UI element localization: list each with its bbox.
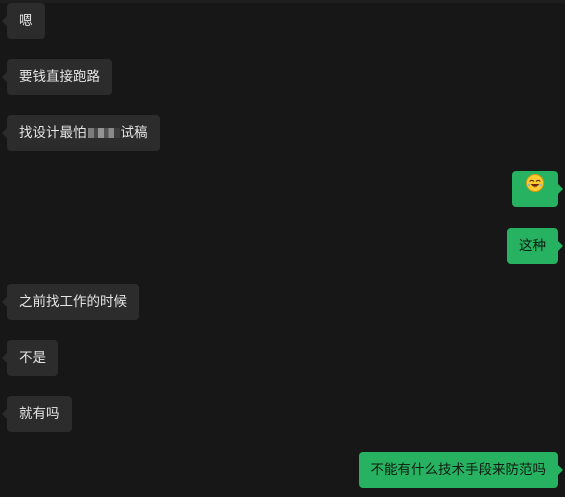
message-bubble[interactable]: 之前找工作的时候 xyxy=(2,284,139,320)
chat-message-area[interactable]: 嗯 要钱直接跑路 找设计最怕 试稿 这种 之前找工作的时候 不是 就有吗 不能有… xyxy=(0,0,565,497)
message-text: 不能有什么技术手段来防范吗 xyxy=(370,462,547,478)
message-outgoing xyxy=(512,171,563,207)
message-bubble[interactable]: 不能有什么技术手段来防范吗 xyxy=(358,452,563,488)
message-bubble[interactable]: 这种 xyxy=(507,228,563,264)
message-bubble[interactable]: 就有吗 xyxy=(2,396,72,432)
message-text: 这种 xyxy=(519,238,546,254)
message-outgoing: 不能有什么技术手段来防范吗 xyxy=(358,452,563,488)
message-incoming: 就有吗 xyxy=(2,396,72,432)
message-text-before: 找设计最怕 xyxy=(19,125,87,141)
message-bubble[interactable]: 不是 xyxy=(2,340,58,376)
message-incoming: 嗯 xyxy=(2,3,45,39)
message-bubble[interactable] xyxy=(512,171,563,207)
message-bubble[interactable]: 嗯 xyxy=(2,3,45,39)
message-text: 要钱直接跑路 xyxy=(19,69,100,85)
message-text: 之前找工作的时候 xyxy=(19,294,127,310)
message-incoming: 要钱直接跑路 xyxy=(2,59,112,95)
message-bubble[interactable]: 要钱直接跑路 xyxy=(2,59,112,95)
message-incoming: 不是 xyxy=(2,340,58,376)
laughing-face-emoji-icon xyxy=(525,171,545,207)
message-text: 不是 xyxy=(19,350,46,366)
message-text: 嗯 xyxy=(19,13,33,29)
message-text: 就有吗 xyxy=(19,406,60,422)
message-text-after: 试稿 xyxy=(120,125,148,141)
pixelated-redaction xyxy=(87,128,120,138)
message-incoming: 之前找工作的时候 xyxy=(2,284,139,320)
message-outgoing: 这种 xyxy=(507,228,563,264)
message-bubble[interactable]: 找设计最怕 试稿 xyxy=(2,115,160,151)
message-incoming: 找设计最怕 试稿 xyxy=(2,115,160,151)
